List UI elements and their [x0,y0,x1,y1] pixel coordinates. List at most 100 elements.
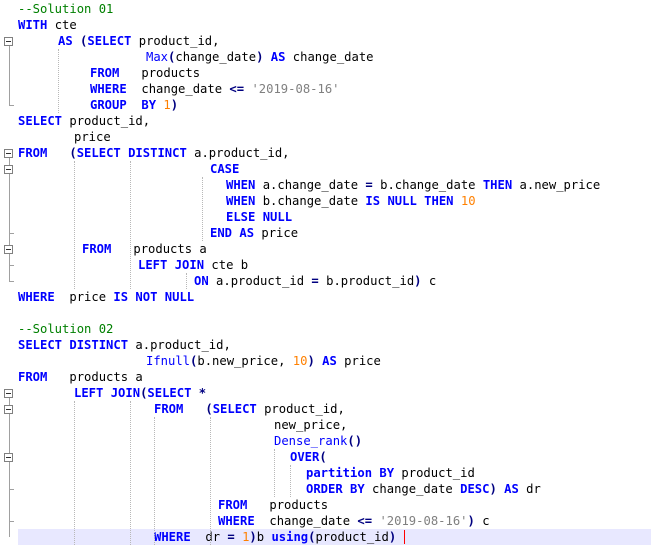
code-line[interactable]: ELSE NULL [18,209,651,225]
code-token: change_date [285,50,374,64]
indent-guide [210,417,211,545]
code-token: product_id [394,466,475,480]
code-token: Ifnull [146,354,191,368]
fold-minus-icon[interactable] [4,245,13,254]
code-token: () [347,434,363,448]
fold-minus-icon[interactable] [4,453,13,462]
fold-minus-icon[interactable] [4,149,13,158]
code-line-content: WHEN a.change_date = b.change_date THEN … [226,177,600,193]
code-token: c [421,274,437,288]
code-line[interactable]: AS (SELECT product_id, [18,33,651,49]
code-line[interactable]: FROM products a [18,241,651,257]
indent-guide [290,465,291,497]
fold-minus-icon[interactable] [4,405,13,414]
code-line[interactable]: WHERE price IS NOT NULL [18,289,651,305]
code-line-content: WHERE price IS NOT NULL [18,289,194,305]
code-token: DESC [460,482,490,496]
code-line[interactable]: WHEN b.change_date IS NULL THEN 10 [18,193,651,209]
code-line[interactable]: SELECT DISTINCT a.product_id, [18,337,651,353]
code-token: products [247,498,329,512]
code-line[interactable]: LEFT JOIN cte b [18,257,651,273]
code-line[interactable]: price [18,129,651,145]
code-line[interactable] [18,305,651,321]
code-token: <= [357,514,373,528]
code-line-content: SELECT product_id, [18,113,150,129]
code-line-content: Max(change_date) AS change_date [146,49,374,65]
indent-guide [274,449,275,497]
code-line[interactable]: Max(change_date) AS change_date [18,49,651,65]
code-token: products a [47,370,143,384]
indent-guide [74,161,75,289]
code-line[interactable]: CASE [18,161,651,177]
code-token: b.change_date [372,178,483,192]
code-line[interactable]: WHERE change_date <= '2019-08-16' [18,81,651,97]
code-line[interactable]: OVER( [18,449,651,465]
code-token: dr [518,482,541,496]
code-token: LEFT [74,386,104,400]
code-token: ELSE [226,210,256,224]
code-token: cte b [204,258,249,272]
code-line-content: ON a.product_id = b.product_id) c [194,273,436,289]
code-token: AS [239,226,255,240]
code-line[interactable]: WHEN a.change_date = b.change_date THEN … [18,177,651,193]
code-line-content: ORDER BY change_date DESC) AS dr [306,481,541,497]
code-line-content: Ifnull(b.new_price, 10) AS price [146,353,381,369]
code-token: '2019-08-16' [251,82,340,96]
code-line[interactable]: --Solution 02 [18,321,651,337]
fold-minus-icon[interactable] [4,37,13,46]
code-token: WHEN [226,178,256,192]
code-line-content: GROUP BY 1) [90,97,178,113]
code-token: b.new_price, [197,354,293,368]
code-editor[interactable]: --Solution 01 WITH cte AS (SELECT product_… [0,0,651,557]
code-token: NULL [262,210,293,224]
code-line-content: FROM (SELECT DISTINCT a.product_id, [18,145,290,161]
code-line[interactable]: FROM products [18,65,651,81]
code-line[interactable]: ON a.product_id = b.product_id) c [18,273,651,289]
code-token: partition [306,466,373,480]
code-line[interactable]: Dense_rank() [18,433,651,449]
code-line-content: LEFT JOIN cte b [138,257,248,273]
code-token: c [474,514,490,528]
code-line-content: FROM (SELECT product_id, [154,401,345,417]
code-line-content: FROM products [218,497,328,513]
code-line[interactable]: WITH cte [18,17,651,33]
code-line[interactable]: new_price, [18,417,651,433]
code-line[interactable]: END AS price [18,225,651,241]
code-token: BY [141,98,157,112]
code-token: * [198,386,207,400]
code-line[interactable]: FROM (SELECT product_id, [18,401,651,417]
code-line-current[interactable]: WHERE dr = 1)b using(product_id) [18,529,651,545]
code-token: FROM [18,370,48,384]
fold-end-mark [9,521,14,522]
code-line[interactable]: --Solution 01 [18,1,651,17]
code-line[interactable]: ORDER BY change_date DESC) AS dr [18,481,651,497]
indent-guide [130,161,131,289]
code-token: a.product_id, [128,338,231,352]
code-token: FROM [218,498,248,512]
code-line-content: FROM products a [18,369,143,385]
fold-minus-icon[interactable] [4,165,13,174]
code-token: WHERE [18,290,55,304]
code-line[interactable]: GROUP BY 1) [18,97,651,113]
code-token: NULL [387,194,417,208]
code-token: ) [489,482,497,496]
code-token: product_id, [62,114,151,128]
code-line[interactable]: FROM (SELECT DISTINCT a.product_id, [18,145,651,161]
code-token: SELECT [76,146,121,160]
code-token: DISTINCT [69,338,129,352]
code-line[interactable]: FROM products [18,497,651,513]
code-line[interactable]: Ifnull(b.new_price, 10) AS price [18,353,651,369]
code-line[interactable]: WHERE change_date <= '2019-08-16') c [18,513,651,529]
code-line[interactable]: partition BY product_id [18,465,651,481]
fold-minus-icon[interactable] [4,389,13,398]
fold-end-mark [9,105,14,106]
code-token: b.product_id [318,274,415,288]
code-line[interactable]: SELECT product_id, [18,113,651,129]
code-token: ) [170,98,179,112]
code-line[interactable]: FROM products a [18,369,651,385]
indent-guide [202,177,203,241]
code-token: change_date [254,514,358,528]
code-line[interactable]: LEFT JOIN(SELECT * [18,385,651,401]
code-line-content: Dense_rank() [274,433,362,449]
